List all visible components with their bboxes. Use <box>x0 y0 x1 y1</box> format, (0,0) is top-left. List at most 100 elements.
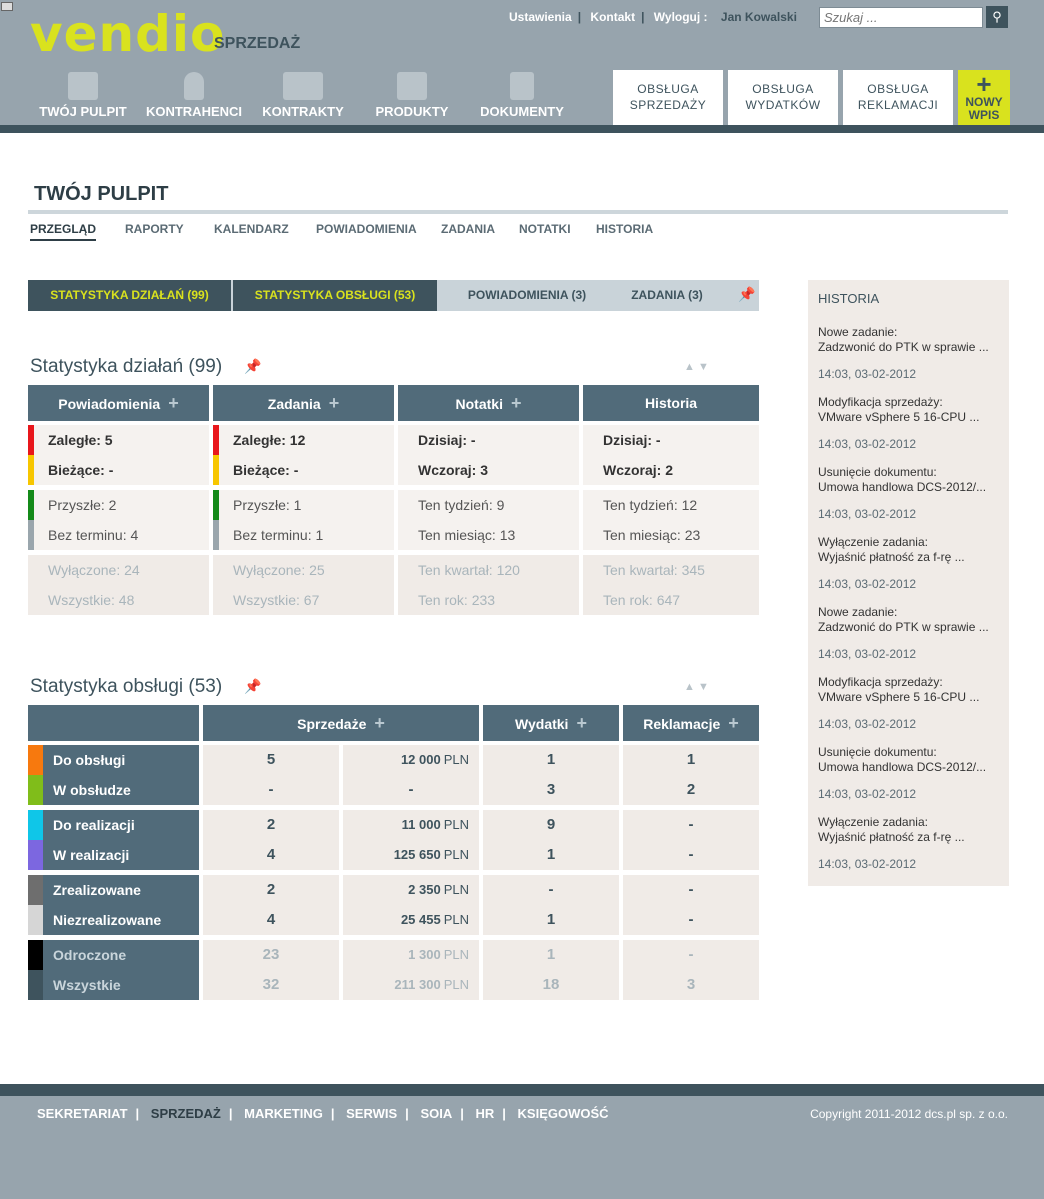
complaints-count[interactable]: - <box>623 940 759 970</box>
row-label-not-completed[interactable]: Niezrealizowane <box>43 905 199 935</box>
sales-amount[interactable]: 2 350 PLN <box>343 875 479 905</box>
history-item[interactable]: Nowe zadanie: Zadzwonić do PTK w sprawie … <box>818 325 1003 382</box>
stat-item[interactable]: Ten rok: 647 <box>603 592 680 608</box>
logo[interactable]: vendio <box>30 6 225 62</box>
sales-amount[interactable]: 12 000 PLN <box>343 745 479 775</box>
footer-link-sales[interactable]: SPRZEDAŻ <box>151 1106 221 1121</box>
row-label-in-handling[interactable]: W obsłudze <box>43 775 199 805</box>
column-header-sales[interactable]: Sprzedaże + <box>203 705 479 741</box>
sales-count[interactable]: 5 <box>203 745 339 775</box>
sales-count[interactable]: 2 <box>203 810 339 840</box>
stat-item[interactable]: Bez terminu: 4 <box>48 527 138 543</box>
subtab-notifications[interactable]: POWIADOMIENIA <box>316 222 417 236</box>
history-item[interactable]: Nowe zadanie: Zadzwonić do PTK w sprawie … <box>818 605 1003 662</box>
sales-amount[interactable]: - <box>343 775 479 805</box>
arrow-down-icon[interactable]: ▼ <box>698 681 709 693</box>
subtab-history[interactable]: HISTORIA <box>596 222 653 236</box>
tab-activity-stats[interactable]: STATYSTYKA DZIAŁAŃ (99) <box>28 280 231 311</box>
sales-count[interactable]: 4 <box>203 905 339 935</box>
arrow-up-icon[interactable]: ▲ <box>684 681 695 693</box>
sales-count[interactable]: 32 <box>203 970 339 1000</box>
plus-icon[interactable]: + <box>511 393 522 413</box>
sales-amount[interactable]: 211 300 PLN <box>343 970 479 1000</box>
subtab-notes[interactable]: NOTATKI <box>519 222 571 236</box>
plus-icon[interactable]: + <box>168 393 179 413</box>
expenses-count[interactable]: 1 <box>483 940 619 970</box>
footer-link-soia[interactable]: SOIA <box>420 1106 452 1121</box>
logout-link[interactable]: Wyloguj : <box>654 10 708 24</box>
complaints-count[interactable]: - <box>623 905 759 935</box>
sales-count[interactable]: 2 <box>203 875 339 905</box>
nav-contracts[interactable]: KONTRAKTY <box>259 72 347 124</box>
arrow-up-icon[interactable]: ▲ <box>684 361 695 373</box>
subtab-calendar[interactable]: KALENDARZ <box>214 222 289 236</box>
expenses-count[interactable]: 18 <box>483 970 619 1000</box>
sales-amount[interactable]: 11 000 PLN <box>343 810 479 840</box>
complaints-count[interactable]: 2 <box>623 775 759 805</box>
stat-item[interactable]: Wyłączone: 25 <box>233 562 325 578</box>
footer-link-accounting[interactable]: KSIĘGOWOŚĆ <box>518 1106 609 1121</box>
history-item[interactable]: Wyłączenie zadania: Wyjaśnić płatność za … <box>818 815 1003 872</box>
settings-link[interactable]: Ustawienia <box>509 10 572 24</box>
subtab-tasks[interactable]: ZADANIA <box>441 222 495 236</box>
sales-amount[interactable]: 1 300 PLN <box>343 940 479 970</box>
history-item[interactable]: Modyfikacja sprzedaży: VMware vSphere 5 1… <box>818 675 1003 732</box>
expenses-count[interactable]: 9 <box>483 810 619 840</box>
footer-link-marketing[interactable]: MARKETING <box>244 1106 323 1121</box>
tab-notifications[interactable]: POWIADOMIENIA (3) <box>437 280 617 311</box>
expenses-count[interactable]: 3 <box>483 775 619 805</box>
stat-item[interactable]: Zaległe: 5 <box>48 432 113 448</box>
sales-count[interactable]: 4 <box>203 840 339 870</box>
column-header-complaints[interactable]: Reklamacje + <box>623 705 759 741</box>
expenses-count[interactable]: 1 <box>483 745 619 775</box>
history-item[interactable]: Usunięcie dokumentu: Umowa handlowa DCS-2… <box>818 745 1003 802</box>
stat-item[interactable]: Bez terminu: 1 <box>233 527 323 543</box>
history-item[interactable]: Wyłączenie zadania: Wyjaśnić płatność za … <box>818 535 1003 592</box>
stat-item[interactable]: Ten miesiąc: 23 <box>603 527 700 543</box>
complaints-count[interactable]: - <box>623 875 759 905</box>
pin-icon[interactable]: 📌 <box>738 286 755 303</box>
new-entry-button[interactable]: + NOWY WPIS <box>958 70 1010 125</box>
subtab-overview[interactable]: PRZEGLĄD <box>30 222 96 241</box>
nav-contractors[interactable]: KONTRAHENCI <box>143 72 245 124</box>
footer-link-secretariat[interactable]: SEKRETARIAT <box>37 1106 128 1121</box>
complaints-count[interactable]: 3 <box>623 970 759 1000</box>
row-label-postponed[interactable]: Odroczone <box>43 940 199 970</box>
sales-service-button[interactable]: OBSŁUGA SPRZEDAŻY <box>613 70 723 125</box>
history-item[interactable]: Modyfikacja sprzedaży: VMware vSphere 5 1… <box>818 395 1003 452</box>
column-header-notes[interactable]: Notatki + <box>398 385 579 421</box>
stat-item[interactable]: Ten kwartał: 345 <box>603 562 705 578</box>
sales-amount[interactable]: 125 650 PLN <box>343 840 479 870</box>
row-label-in-realization[interactable]: W realizacji <box>43 840 199 870</box>
footer-link-hr[interactable]: HR <box>476 1106 495 1121</box>
stat-item[interactable]: Wczoraj: 2 <box>603 462 673 478</box>
sales-count[interactable]: 23 <box>203 940 339 970</box>
subtab-reports[interactable]: RAPORTY <box>125 222 184 236</box>
footer-link-service[interactable]: SERWIS <box>346 1106 397 1121</box>
sales-count[interactable]: - <box>203 775 339 805</box>
stat-item[interactable]: Wczoraj: 3 <box>418 462 488 478</box>
plus-icon[interactable]: + <box>728 713 739 733</box>
expenses-count[interactable]: 1 <box>483 840 619 870</box>
nav-products[interactable]: PRODUKTY <box>371 72 453 124</box>
move-arrows[interactable]: ▲ ▼ <box>684 681 709 693</box>
stat-item[interactable]: Dzisiaj: - <box>603 432 661 448</box>
stat-item[interactable]: Bieżące: - <box>48 462 113 478</box>
stat-item[interactable]: Wszystkie: 67 <box>233 592 319 608</box>
stat-item[interactable]: Ten kwartał: 120 <box>418 562 520 578</box>
stat-item[interactable]: Ten rok: 233 <box>418 592 495 608</box>
column-header-notifications[interactable]: Powiadomienia + <box>28 385 209 421</box>
stat-item[interactable]: Ten tydzień: 9 <box>418 497 504 513</box>
pin-icon[interactable]: 📌 <box>244 678 261 695</box>
move-arrows[interactable]: ▲ ▼ <box>684 361 709 373</box>
row-label-to-realize[interactable]: Do realizacji <box>43 810 199 840</box>
plus-icon[interactable]: + <box>374 713 385 733</box>
row-label-all[interactable]: Wszystkie <box>43 970 199 1000</box>
search-button[interactable]: ⚲ <box>986 6 1008 28</box>
expenses-count[interactable]: - <box>483 875 619 905</box>
expenses-service-button[interactable]: OBSŁUGA WYDATKÓW <box>728 70 838 125</box>
row-label-completed[interactable]: Zrealizowane <box>43 875 199 905</box>
tab-service-stats[interactable]: STATYSTYKA OBSŁUGI (53) <box>233 280 437 311</box>
column-header-tasks[interactable]: Zadania + <box>213 385 394 421</box>
history-item[interactable]: Usunięcie dokumentu: Umowa handlowa DCS-2… <box>818 465 1003 522</box>
